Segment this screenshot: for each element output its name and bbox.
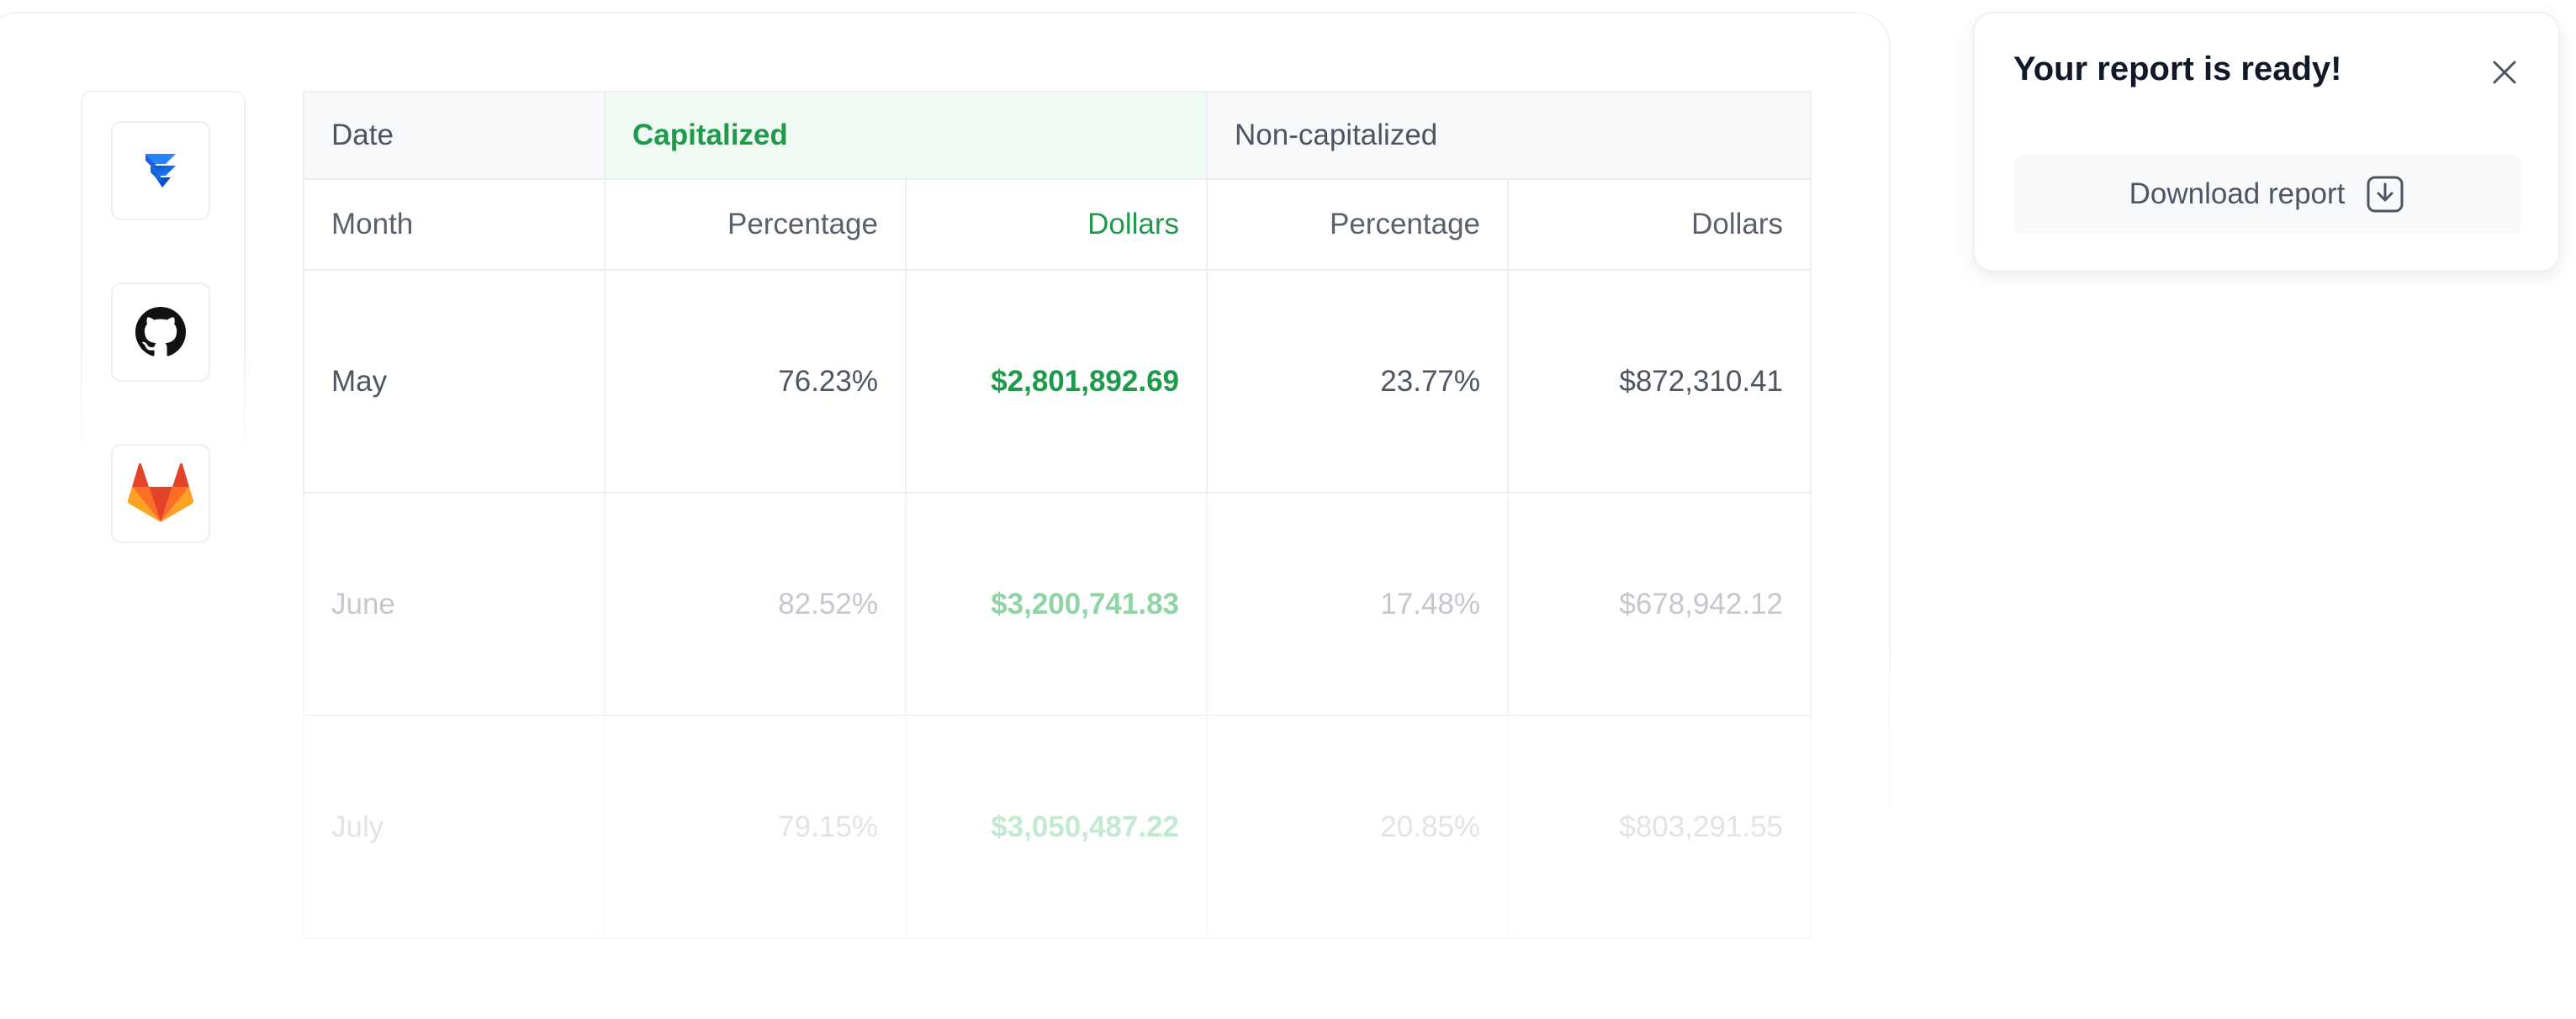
table-row: May 76.23% $2,801,892.69 23.77% $872,310… xyxy=(303,269,1812,494)
report-ready-toast: Your report is ready! Download report xyxy=(1973,12,2560,272)
date-group-header: Date xyxy=(303,91,606,180)
cap-percentage-cell: 76.23% xyxy=(604,269,907,494)
cap-dollars-cell: $2,801,892.69 xyxy=(904,269,1209,494)
cap-percentage-column-header: Percentage xyxy=(604,178,907,271)
group-header-row: Date Capitalized Non-capitalized xyxy=(303,91,1812,180)
noncap-percentage-cell: 20.85% xyxy=(1206,715,1510,939)
gitlab-icon xyxy=(127,462,194,522)
jira-icon xyxy=(145,154,176,187)
noncap-dollars-cell: $872,310.41 xyxy=(1507,269,1812,494)
app-stage: Date Capitalized Non-capitalized Month P… xyxy=(0,0,2576,1019)
cap-dollars-column-header: Dollars xyxy=(904,178,1209,271)
capitalization-report-table: Date Capitalized Non-capitalized Month P… xyxy=(303,91,1812,939)
toast-title: Your report is ready! xyxy=(2013,50,2342,87)
download-report-label: Download report xyxy=(2129,177,2346,210)
jira-integration-button[interactable] xyxy=(111,121,210,220)
capitalized-group-header: Capitalized xyxy=(603,91,1209,180)
noncap-dollars-cell: $803,291.55 xyxy=(1507,715,1812,939)
month-cell: May xyxy=(303,269,606,494)
month-column-header: Month xyxy=(303,178,606,271)
toast-close-button[interactable] xyxy=(2489,57,2520,87)
cap-percentage-cell: 82.52% xyxy=(604,492,907,716)
close-icon xyxy=(2493,61,2516,84)
report-table-container: Date Capitalized Non-capitalized Month P… xyxy=(303,91,1812,939)
download-report-button[interactable]: Download report xyxy=(2013,155,2521,234)
noncap-dollars-column-header: Dollars xyxy=(1507,178,1812,271)
non-capitalized-group-header: Non-capitalized xyxy=(1206,91,1812,180)
github-icon xyxy=(135,307,186,356)
cap-percentage-cell: 79.15% xyxy=(604,715,907,939)
table-row: June 82.52% $3,200,741.83 17.48% $678,94… xyxy=(303,492,1812,716)
download-icon xyxy=(2367,176,2404,213)
cap-dollars-cell: $3,050,487.22 xyxy=(904,715,1209,939)
month-cell: June xyxy=(303,492,606,716)
noncap-percentage-column-header: Percentage xyxy=(1206,178,1510,271)
gitlab-integration-button[interactable] xyxy=(111,444,210,543)
column-header-row: Month Percentage Dollars Percentage Doll… xyxy=(303,178,1812,271)
noncap-percentage-cell: 23.77% xyxy=(1206,269,1510,494)
table-row: July 79.15% $3,050,487.22 20.85% $803,29… xyxy=(303,715,1812,939)
month-cell: July xyxy=(303,715,606,939)
noncap-percentage-cell: 17.48% xyxy=(1206,492,1510,716)
noncap-dollars-cell: $678,942.12 xyxy=(1507,492,1812,716)
github-integration-button[interactable] xyxy=(111,282,210,382)
cap-dollars-cell: $3,200,741.83 xyxy=(904,492,1209,716)
